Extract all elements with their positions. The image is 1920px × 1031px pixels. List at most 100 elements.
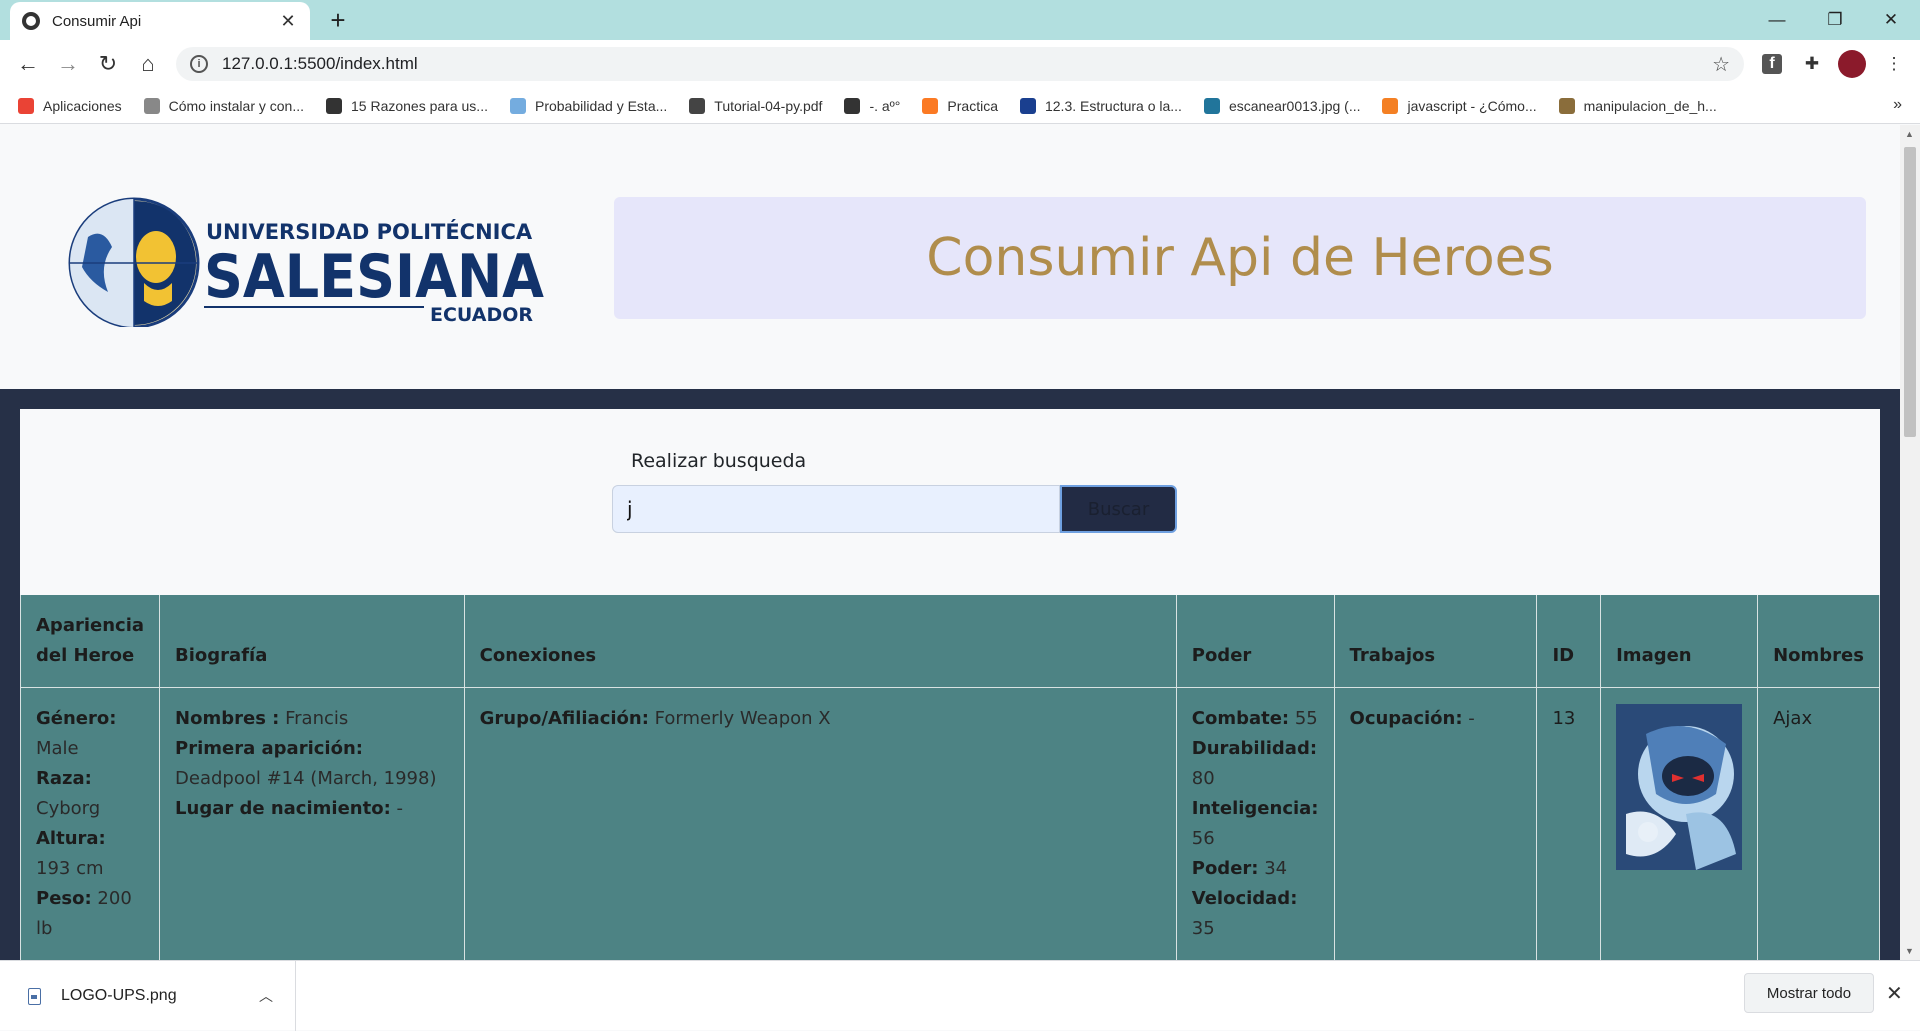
new-tab-button[interactable]: + <box>324 6 352 34</box>
close-window-button[interactable]: ✕ <box>1862 0 1920 40</box>
table-row: Género: Male Raza: Cyborg Altura: 193 cm Pe… <box>19 687 1880 960</box>
logo-line2: SALESIANA <box>204 242 544 312</box>
logo-line3: ECUADOR <box>430 304 533 326</box>
back-icon[interactable]: ← <box>14 50 42 78</box>
site-info-icon[interactable]: i <box>190 55 208 73</box>
menu-dots-icon[interactable]: ⋮ <box>1882 52 1906 76</box>
search-label: Realizar busqueda <box>631 450 807 472</box>
bookmark-label: Cómo instalar y con... <box>168 97 304 114</box>
field-key: Combate: <box>1191 708 1290 729</box>
field-value: Cyborg <box>36 798 101 819</box>
profile-avatar[interactable] <box>1838 50 1866 78</box>
field-value: Francis <box>285 708 349 729</box>
search-input[interactable] <box>612 485 1060 533</box>
address-bar[interactable]: i 127.0.0.1:5500/index.html ☆ <box>176 47 1744 81</box>
close-icon[interactable]: ✕ <box>1886 981 1903 1006</box>
bookmark-label: Aplicaciones <box>43 97 122 114</box>
bookmark-label: -. aº° <box>869 97 901 114</box>
field-key: Lugar de nacimiento: <box>175 798 391 819</box>
bookmark-label: escanear0013.jpg (... <box>1228 97 1361 114</box>
column-header: Conexiones <box>463 595 1177 688</box>
cell-imagen <box>1600 687 1759 960</box>
forward-icon[interactable]: → <box>54 50 82 78</box>
bookmark-label: 15 Razones para us... <box>351 97 488 114</box>
field-key: Ocupación: <box>1349 708 1463 729</box>
field-key: Velocidad: <box>1191 888 1298 909</box>
field-key: Peso: <box>36 888 92 909</box>
column-header: Trabajos <box>1333 595 1538 688</box>
bookmark-item[interactable]: javascript - ¿Cómo... <box>1382 97 1537 114</box>
search-button[interactable]: Buscar <box>1060 485 1177 533</box>
table-header-row: Apariencia del Heroe Biografía Conexione… <box>19 595 1880 688</box>
url-text: 127.0.0.1:5500/index.html <box>222 54 418 73</box>
field-line: Velocidad: 35 <box>1192 884 1319 944</box>
bookmark-item[interactable]: Tutorial-04-py.pdf <box>689 97 822 114</box>
tab-title: Consumir Api <box>52 12 142 30</box>
xampp-icon <box>922 97 939 114</box>
restore-button[interactable]: ❐ <box>1806 0 1864 40</box>
flag-icon <box>509 97 526 114</box>
logo-line1: UNIVERSIDAD POLITÉCNICA <box>206 219 533 244</box>
show-all-button[interactable]: Mostrar todo <box>1744 973 1874 1013</box>
tab-strip: Consumir Api ✕ + — ❐ ✕ <box>0 0 1920 40</box>
bookmark-item[interactable]: Practica <box>922 97 998 114</box>
bookmark-label: 12.3. Estructura o la... <box>1044 97 1182 114</box>
field-key: Altura: <box>36 828 106 849</box>
download-item[interactable]: LOGO-UPS.png ︿ <box>0 961 296 1031</box>
field-key: Poder: <box>1191 858 1259 879</box>
cell-apariencia: Género: Male Raza: Cyborg Altura: 193 cm Pe… <box>19 687 161 960</box>
page-header: UNIVERSIDAD POLITÉCNICA SALESIANA ECUADO… <box>0 125 1900 389</box>
field-value: Deadpool #14 (March, 1998) <box>175 768 437 789</box>
bookmark-label: Probabilidad y Esta... <box>534 97 668 114</box>
field-value: 35 <box>1191 918 1215 939</box>
globe-icon <box>326 97 342 114</box>
cell-id: 13 <box>1536 687 1602 960</box>
page-title: Consumir Api de Heroes <box>926 228 1554 288</box>
bookmark-item[interactable]: 15 Razones para us... <box>326 97 488 114</box>
cell-biografia: Nombres : Francis Primera aparición: Dead… <box>159 687 465 960</box>
chevron-up-icon[interactable]: ︿ <box>259 986 273 1006</box>
column-header: Nombres <box>1757 595 1880 688</box>
browser-toolbar: ← → ↻ ⌂ i 127.0.0.1:5500/index.html ☆ f … <box>0 40 1920 88</box>
bookmark-star-icon[interactable]: ☆ <box>1712 52 1730 77</box>
field-line: Nombres : Francis <box>175 704 449 734</box>
heroes-table: Apariencia del Heroe Biografía Conexione… <box>19 595 1880 960</box>
bookmark-item[interactable]: Probabilidad y Esta... <box>509 97 668 114</box>
bookmark-item[interactable]: manipulacion_de_h... <box>1558 97 1717 114</box>
browser-tab[interactable]: Consumir Api ✕ <box>10 2 310 40</box>
scroll-down-icon[interactable]: ▼ <box>1905 946 1914 956</box>
university-logo: UNIVERSIDAD POLITÉCNICA SALESIANA ECUADO… <box>68 197 544 327</box>
field-line: Género: Male <box>36 704 144 764</box>
scroll-up-icon[interactable]: ▲ <box>1905 129 1914 139</box>
minimize-button[interactable]: — <box>1748 0 1806 40</box>
field-key: Nombres : <box>175 708 280 729</box>
bookmark-item[interactable]: -. aº° <box>844 97 901 114</box>
globe-icon <box>844 97 861 114</box>
bookmark-label: Practica <box>947 97 998 114</box>
scrollbar-thumb[interactable] <box>1904 147 1916 437</box>
bookmarks-more-icon[interactable]: » <box>1893 96 1902 114</box>
bookmark-item[interactable]: Aplicaciones <box>18 97 122 114</box>
field-value: Formerly Weapon X <box>654 708 831 729</box>
cell-conexiones: Grupo/Afiliación: Formerly Weapon X <box>463 687 1177 960</box>
home-icon[interactable]: ⌂ <box>134 50 162 78</box>
cell-trabajos: Ocupación: - <box>1333 687 1538 960</box>
extensions-puzzle-icon[interactable]: ✚ <box>1800 52 1824 76</box>
wordpress-icon <box>1203 97 1220 114</box>
title-banner: Consumir Api de Heroes <box>614 197 1866 319</box>
page-scrollbar[interactable]: ▲ ▼ <box>1900 125 1920 960</box>
bookmark-item[interactable]: escanear0013.jpg (... <box>1203 97 1361 114</box>
field-value: Male <box>36 738 79 759</box>
field-line: Ocupación: - <box>1350 704 1522 734</box>
field-key: Durabilidad: <box>1191 738 1318 759</box>
bookmark-item[interactable]: 12.3. Estructura o la... <box>1019 97 1182 114</box>
field-value: 56 <box>1191 828 1215 849</box>
bookmark-item[interactable]: Cómo instalar y con... <box>143 97 304 114</box>
tab-close-icon[interactable]: ✕ <box>278 11 298 32</box>
facebook-extension-icon[interactable]: f <box>1762 54 1782 74</box>
diamond-icon <box>1019 97 1036 114</box>
field-line: Altura: 193 cm <box>36 824 144 884</box>
field-key: Género: <box>36 708 117 729</box>
field-line: Primera aparición: Deadpool #14 (March, … <box>175 734 449 794</box>
reload-icon[interactable]: ↻ <box>94 50 122 78</box>
